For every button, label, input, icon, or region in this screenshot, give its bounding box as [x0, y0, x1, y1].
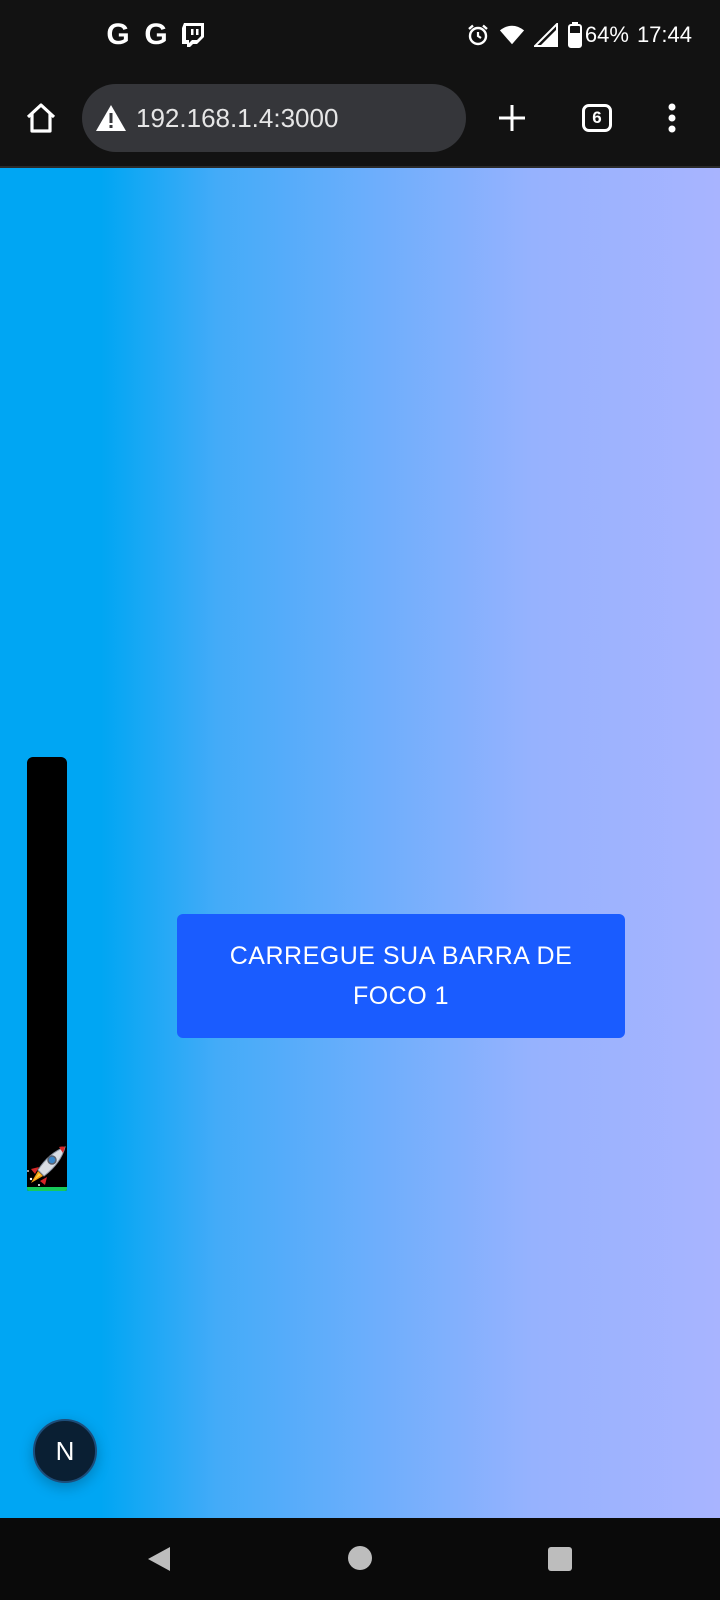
warning-icon[interactable] [94, 102, 128, 134]
g-app-icon: G [144, 18, 168, 51]
browser-toolbar: 192.168.1.4:3000 6 [0, 74, 720, 168]
g-app-icon: G [106, 18, 130, 51]
battery-icon [567, 20, 583, 50]
nextjs-dev-indicator[interactable]: N [33, 1419, 97, 1483]
recents-button[interactable] [548, 1547, 572, 1571]
more-vert-icon [668, 103, 676, 133]
url-text[interactable]: 192.168.1.4:3000 [136, 103, 338, 134]
charge-focus-bar-button[interactable]: CARREGUE SUA BARRA DE FOCO 1 [177, 914, 625, 1038]
plus-icon [499, 105, 525, 131]
address-bar[interactable]: 192.168.1.4:3000 [82, 84, 466, 152]
tab-switcher-button[interactable]: 6 [582, 104, 612, 132]
overflow-menu-button[interactable] [664, 100, 680, 136]
wifi-icon [499, 20, 525, 50]
focus-progress-bar [27, 757, 67, 1191]
rocket-icon [27, 1146, 66, 1186]
home-icon [26, 103, 56, 133]
battery-percentage: 64% [584, 22, 629, 47]
alarm-icon [465, 20, 491, 50]
phone-screen: G G 64% 17:44 192.168.1.4:3000 6 CARREGU… [0, 0, 720, 1600]
home-button[interactable] [22, 98, 60, 138]
status-bar: G G 64% 17:44 [0, 0, 720, 74]
home-nav-button[interactable] [348, 1546, 372, 1570]
clock: 17:44 [636, 22, 692, 47]
notification-icons: G G [104, 20, 206, 50]
back-icon[interactable] [146, 1545, 172, 1573]
system-status: 64% 17:44 [465, 20, 692, 50]
web-page: CARREGUE SUA BARRA DE FOCO 1 N [0, 168, 720, 1518]
signal-icon [533, 20, 559, 50]
twitch-icon [180, 20, 206, 50]
new-tab-button[interactable] [496, 98, 528, 138]
navigation-bar [0, 1518, 720, 1600]
